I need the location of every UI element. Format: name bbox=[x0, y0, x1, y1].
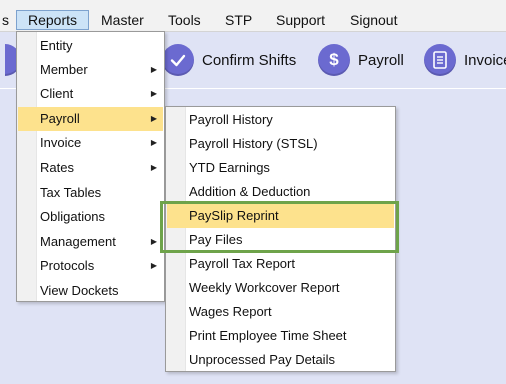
submenu-arrow-icon: ▶ bbox=[150, 237, 157, 246]
payroll-item-tax-report[interactable]: Payroll Tax Report bbox=[167, 252, 394, 276]
menu-item-tools[interactable]: Tools bbox=[168, 9, 201, 31]
reports-item-view-dockets[interactable]: View Dockets bbox=[18, 279, 163, 303]
payroll-item-unprocessed-pay[interactable]: Unprocessed Pay Details bbox=[167, 348, 394, 372]
submenu-arrow-icon: ▶ bbox=[150, 114, 157, 123]
reports-item-payroll[interactable]: Payroll ▶ bbox=[18, 107, 163, 131]
reports-dropdown: Entity Member ▶ Client ▶ Payroll ▶ Invoice ▶… bbox=[16, 31, 165, 302]
reports-item-client[interactable]: Client ▶ bbox=[18, 82, 163, 106]
reports-item-tax-tables[interactable]: Tax Tables bbox=[18, 181, 163, 205]
submenu-arrow-icon: ▶ bbox=[150, 138, 157, 147]
menu-item-stp[interactable]: STP bbox=[225, 9, 252, 31]
payroll-item-history[interactable]: Payroll History bbox=[167, 108, 394, 132]
submenu-arrow-icon: ▶ bbox=[150, 163, 157, 172]
payroll-item-print-timesheet[interactable]: Print Employee Time Sheet bbox=[167, 324, 394, 348]
submenu-arrow-icon: ▶ bbox=[150, 65, 157, 74]
menu-item-support[interactable]: Support bbox=[276, 9, 325, 31]
payroll-item-workcover-report[interactable]: Weekly Workcover Report bbox=[167, 276, 394, 300]
menu-item-partial[interactable]: s bbox=[2, 9, 9, 31]
invoice-icon bbox=[424, 44, 456, 76]
invoice-button[interactable]: Invoice bbox=[424, 42, 506, 78]
payroll-item-wages-report[interactable]: Wages Report bbox=[167, 300, 394, 324]
payroll-item-payslip-reprint[interactable]: PaySlip Reprint bbox=[167, 204, 394, 228]
submenu-arrow-icon: ▶ bbox=[150, 89, 157, 98]
reports-item-invoice[interactable]: Invoice ▶ bbox=[18, 131, 163, 155]
reports-item-rates[interactable]: Rates ▶ bbox=[18, 156, 163, 180]
confirm-shifts-label: Confirm Shifts bbox=[202, 51, 297, 69]
confirm-shifts-button[interactable]: Confirm Shifts bbox=[162, 42, 296, 78]
menu-item-master[interactable]: Master bbox=[101, 9, 144, 31]
menu-item-signout[interactable]: Signout bbox=[350, 9, 397, 31]
submenu-arrow-icon: ▶ bbox=[150, 261, 157, 270]
payroll-label: Payroll bbox=[358, 51, 404, 69]
reports-item-management[interactable]: Management ▶ bbox=[18, 230, 163, 254]
invoice-label: Invoice bbox=[464, 51, 506, 69]
payroll-button[interactable]: $ Payroll bbox=[318, 42, 404, 78]
reports-item-obligations[interactable]: Obligations bbox=[18, 205, 163, 229]
check-icon bbox=[162, 44, 194, 76]
payroll-item-ytd-earnings[interactable]: YTD Earnings bbox=[167, 156, 394, 180]
payroll-submenu: Payroll History Payroll History (STSL) Y… bbox=[165, 106, 396, 372]
reports-item-member[interactable]: Member ▶ bbox=[18, 58, 163, 82]
payroll-item-pay-files[interactable]: Pay Files bbox=[167, 228, 394, 252]
reports-item-entity[interactable]: Entity bbox=[18, 34, 163, 58]
dollar-icon: $ bbox=[318, 44, 350, 76]
payroll-item-history-stsl[interactable]: Payroll History (STSL) bbox=[167, 132, 394, 156]
menu-bar: s Reports Master Tools STP Support Signo… bbox=[0, 0, 506, 32]
reports-item-protocols[interactable]: Protocols ▶ bbox=[18, 254, 163, 278]
menu-item-reports[interactable]: Reports bbox=[16, 10, 89, 30]
payroll-item-addition-deduction[interactable]: Addition & Deduction bbox=[167, 180, 394, 204]
